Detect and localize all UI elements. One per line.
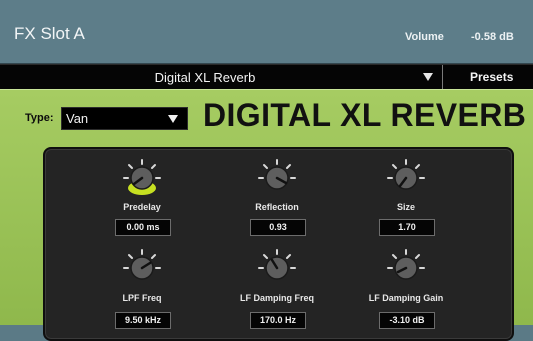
chevron-down-icon (423, 73, 433, 81)
predelay-label: Predelay (123, 202, 161, 212)
lf-damping-freq-knob[interactable] (255, 246, 299, 290)
header-bar: FX Slot A Volume -0.58 dB (0, 0, 533, 64)
reflection-knob[interactable] (255, 156, 299, 200)
fx-slot-title: FX Slot A (14, 24, 85, 43)
predelay-value[interactable]: 0.00 ms (115, 219, 171, 236)
type-value: Van (66, 111, 89, 126)
lf-damping-gain-knob[interactable] (384, 246, 428, 290)
presets-button[interactable]: Presets (470, 70, 513, 84)
size-value[interactable]: 1.70 (379, 219, 435, 236)
lf-damping-gain-label: LF Damping Gain (368, 293, 444, 303)
size-label: Size (396, 202, 415, 212)
lf-damping-freq-label: LF Damping Freq (240, 293, 314, 303)
predelay-knob[interactable] (120, 156, 164, 200)
volume-label: Volume (405, 31, 444, 43)
preset-dropdown[interactable]: Digital XL Reverb (40, 65, 443, 89)
preset-name: Digital XL Reverb (154, 70, 256, 85)
lf-damping-freq-value[interactable]: 170.0 Hz (250, 312, 306, 329)
lf-damping-gain-value[interactable]: -3.10 dB (379, 312, 435, 329)
reflection-label: Reflection (255, 202, 299, 212)
size-knob[interactable] (384, 156, 428, 200)
lpf-freq-label: LPF Freq (122, 293, 162, 303)
type-label: Type: (25, 112, 54, 124)
preset-bar: Digital XL Reverb Presets (0, 64, 533, 90)
lpf-freq-knob[interactable] (120, 246, 164, 290)
lpf-freq-value[interactable]: 9.50 kHz (115, 312, 171, 329)
controls-panel: Predelay 0.00 ms Reflection 0.93 Size 1.… (43, 147, 514, 341)
type-dropdown[interactable]: Van (61, 107, 188, 130)
effect-title: DIGITAL XL REVERB (203, 97, 527, 133)
effect-panel: Type: Van DIGITAL XL REVERB Predelay 0.0… (0, 89, 533, 341)
reflection-value[interactable]: 0.93 (250, 219, 306, 236)
volume-value[interactable]: -0.58 dB (471, 31, 514, 43)
chevron-down-icon (168, 115, 178, 123)
